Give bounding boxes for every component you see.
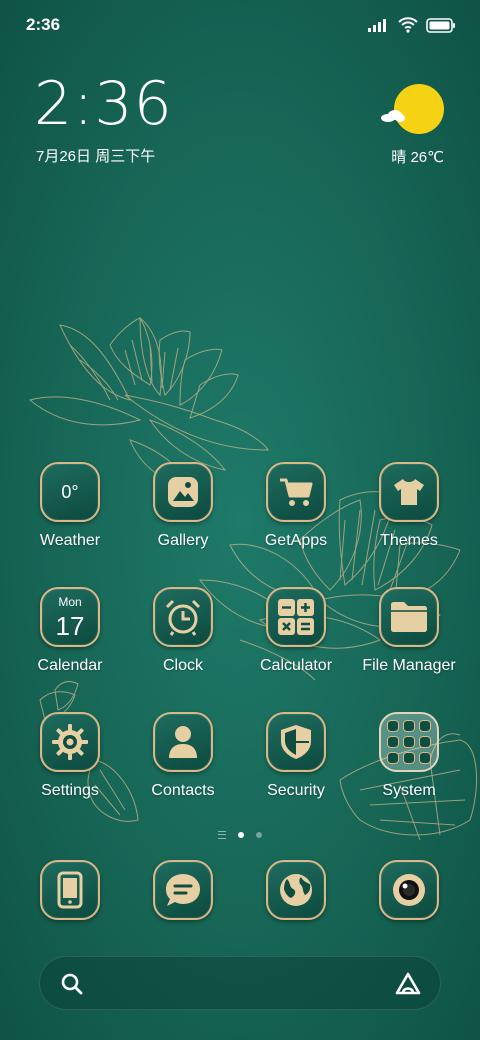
message-icon	[153, 860, 213, 920]
app-getapps[interactable]: GetApps	[241, 462, 351, 550]
gallery-icon	[153, 462, 213, 522]
calendar-icon: Mon 17	[40, 587, 100, 647]
phone-icon	[40, 860, 100, 920]
app-settings[interactable]: Settings	[15, 712, 125, 800]
dock-phone[interactable]	[15, 860, 125, 920]
app-label: Settings	[41, 782, 99, 799]
app-drawer-indicator[interactable]	[218, 831, 226, 839]
signal-icon	[368, 19, 386, 32]
status-bar: 2:36	[0, 0, 480, 50]
app-label: GetApps	[264, 532, 328, 549]
page-indicator[interactable]	[0, 829, 480, 841]
shield-icon	[266, 712, 326, 772]
app-contacts[interactable]: Contacts	[128, 712, 238, 800]
clock-widget-time[interactable]: 2:36	[34, 74, 173, 134]
assistant-logo-icon[interactable]	[394, 971, 422, 997]
app-label: Clock	[162, 657, 203, 674]
app-label: Themes	[380, 532, 438, 549]
app-calculator[interactable]: Calculator	[241, 587, 351, 675]
app-folder-icon	[379, 712, 439, 772]
weather-widget[interactable]: 晴 26℃	[381, 80, 444, 170]
page-dot[interactable]	[256, 832, 262, 838]
app-label: Weather	[39, 532, 101, 549]
app-label: Calendar	[37, 657, 103, 674]
page-dot-active[interactable]	[238, 832, 244, 838]
app-label: Security	[267, 782, 325, 799]
dock-camera[interactable]	[354, 860, 464, 920]
calculator-icon	[266, 587, 326, 647]
app-themes[interactable]: Themes	[354, 462, 464, 550]
cart-icon	[266, 462, 326, 522]
calendar-day: 17	[55, 611, 85, 641]
app-clock[interactable]: Clock	[128, 587, 238, 675]
app-gallery[interactable]: Gallery	[128, 462, 238, 550]
app-label: File Manager	[362, 657, 456, 674]
app-calendar[interactable]: Mon 17 Calendar	[15, 587, 125, 675]
app-label: System	[382, 782, 436, 799]
app-file-manager[interactable]: File Manager	[354, 587, 464, 675]
weather-summary: 晴 26℃	[391, 149, 444, 166]
gear-icon	[40, 712, 100, 772]
wifi-icon	[398, 17, 418, 33]
dock-browser[interactable]	[241, 860, 351, 920]
app-label: Contacts	[151, 782, 215, 799]
battery-icon	[426, 17, 455, 33]
search-icon	[61, 973, 83, 995]
folder-icon	[379, 587, 439, 647]
weather-icon: 0°	[40, 462, 100, 522]
camera-icon	[379, 860, 439, 920]
app-folder-system[interactable]: System	[354, 712, 464, 800]
status-icons	[368, 16, 456, 34]
dock-messages[interactable]	[128, 860, 238, 920]
app-label: Gallery	[157, 532, 209, 549]
calendar-weekday: Mon	[58, 595, 82, 609]
clock-widget-date: 7月26日 周三下午	[36, 148, 156, 165]
person-icon	[153, 712, 213, 772]
app-weather[interactable]: 0° Weather	[15, 462, 125, 550]
weather-temp: 0°	[61, 481, 79, 502]
browser-globe-icon	[266, 860, 326, 920]
cloud-icon	[381, 110, 405, 122]
alarm-clock-icon	[153, 587, 213, 647]
sun-icon	[394, 84, 444, 134]
search-bar[interactable]	[39, 956, 441, 1010]
app-label: Calculator	[259, 657, 333, 674]
status-time: 2:36	[26, 15, 61, 34]
tshirt-icon	[379, 462, 439, 522]
app-security[interactable]: Security	[241, 712, 351, 800]
